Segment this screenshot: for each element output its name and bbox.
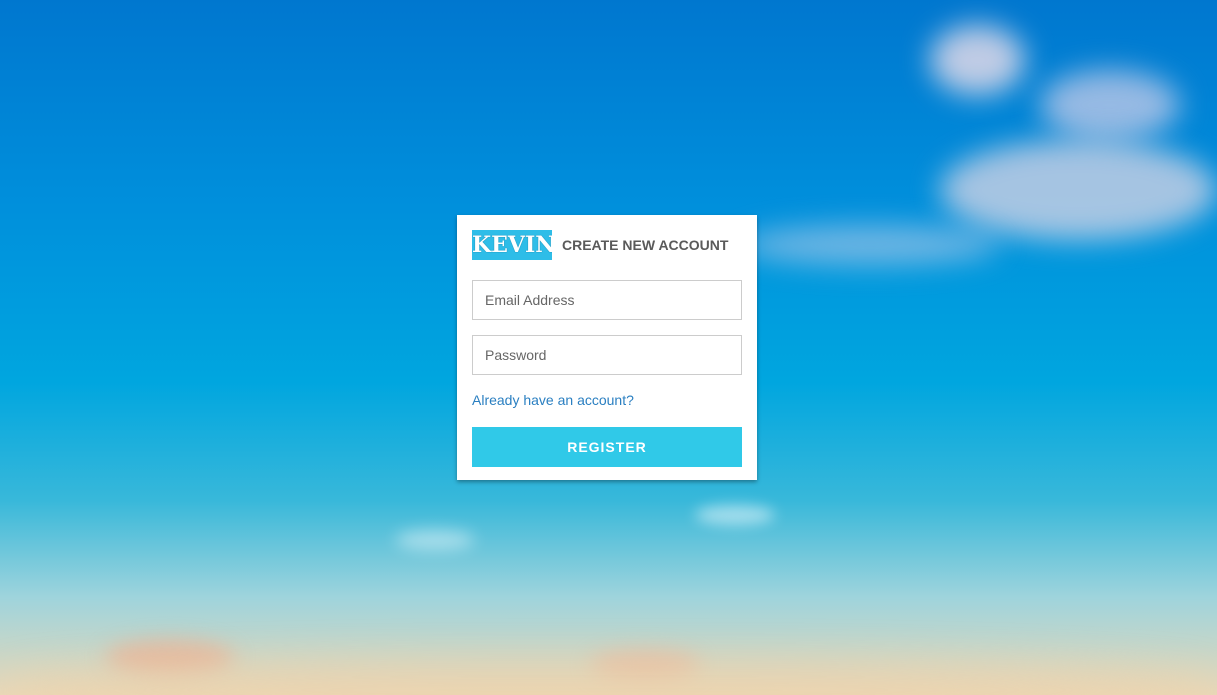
horizon-glow (0, 660, 1217, 695)
cloud-decoration (740, 225, 1000, 265)
page-title: CREATE NEW ACCOUNT (562, 237, 729, 253)
email-field[interactable] (472, 280, 742, 320)
register-card: KEVIN CREATE NEW ACCOUNT Already have an… (457, 215, 757, 480)
register-button[interactable]: REGISTER (472, 427, 742, 467)
cloud-decoration (695, 505, 775, 525)
cloud-decoration (940, 140, 1217, 240)
password-field[interactable] (472, 335, 742, 375)
login-link[interactable]: Already have an account? (472, 392, 634, 408)
cloud-decoration (395, 530, 475, 550)
cloud-decoration (930, 25, 1025, 95)
card-header: KEVIN CREATE NEW ACCOUNT (472, 230, 742, 260)
brand-logo: KEVIN (472, 230, 552, 260)
cloud-decoration (1040, 70, 1180, 140)
